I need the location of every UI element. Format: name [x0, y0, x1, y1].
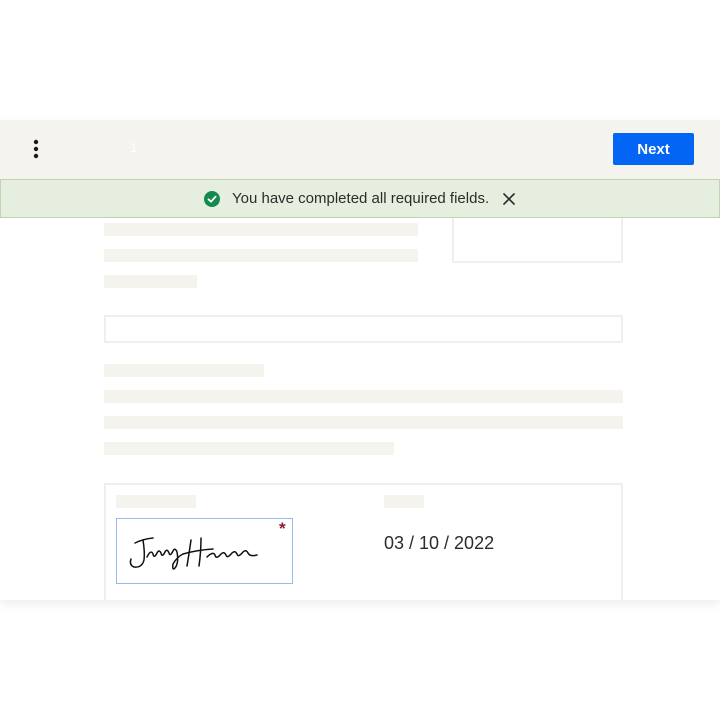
text-placeholder — [104, 364, 264, 377]
success-toast: You have completed all required fields. — [0, 179, 720, 218]
signature-label-placeholder — [116, 495, 196, 508]
close-icon[interactable] — [501, 191, 517, 207]
signature-field[interactable] — [116, 518, 293, 584]
text-placeholder — [104, 249, 418, 262]
next-button[interactable]: Next — [613, 133, 694, 165]
document-card: * 03 / 10 / 2022 1 Next You have complet… — [0, 120, 720, 600]
check-circle-icon — [204, 191, 220, 207]
text-placeholder — [104, 275, 197, 288]
text-placeholder — [104, 442, 394, 455]
document-input-box[interactable] — [104, 315, 623, 343]
page-stage: * 03 / 10 / 2022 1 Next You have complet… — [0, 0, 720, 720]
text-placeholder — [104, 416, 623, 429]
text-placeholder — [104, 390, 623, 403]
more-vertical-icon[interactable] — [26, 137, 46, 161]
date-label-placeholder — [384, 495, 424, 508]
date-field[interactable]: 03 / 10 / 2022 — [384, 533, 494, 554]
page-indicator: 1 — [130, 140, 138, 155]
required-marker: * — [279, 519, 286, 538]
text-placeholder — [104, 223, 418, 236]
top-bar: 1 Next — [0, 120, 720, 179]
toast-message: You have completed all required fields. — [232, 190, 490, 207]
handwritten-signature — [129, 537, 258, 570]
